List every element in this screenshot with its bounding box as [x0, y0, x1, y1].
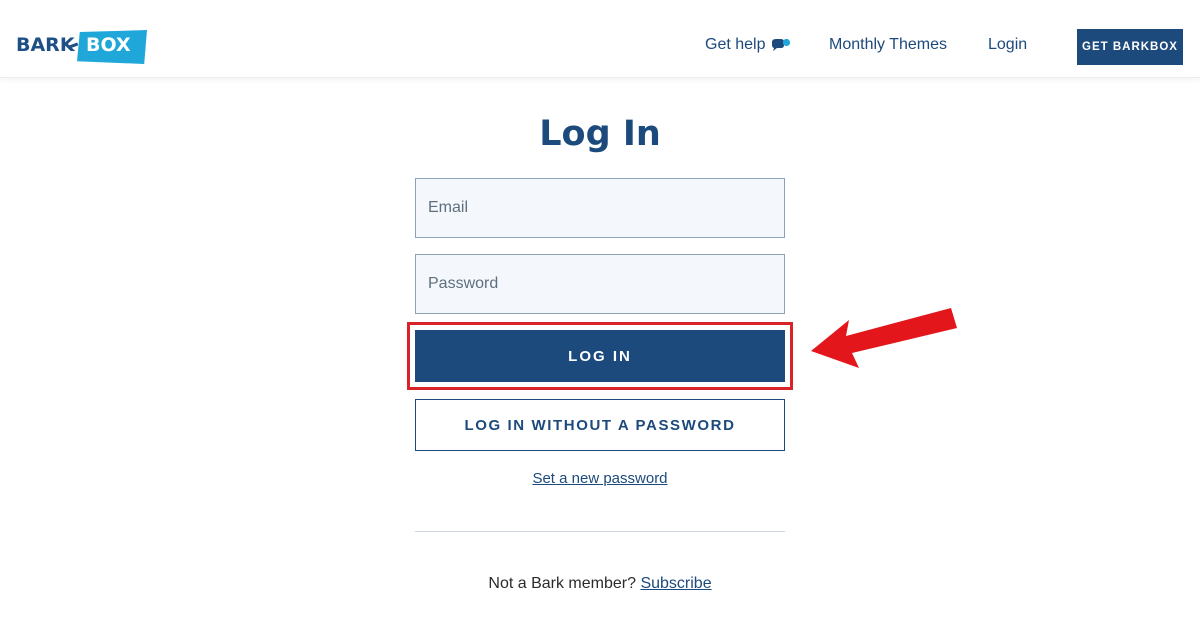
divider [415, 531, 785, 532]
logo-box-text: BOX [86, 34, 131, 56]
site-header: BARK BOX Get help Monthly Themes Login G… [0, 0, 1200, 78]
login-button[interactable]: LOG IN [415, 330, 785, 382]
get-barkbox-button[interactable]: GET BARKBOX [1077, 29, 1183, 65]
red-arrow-icon [811, 308, 957, 368]
nav-monthly-themes[interactable]: Monthly Themes [829, 36, 947, 54]
logo-bark-text: BARK [16, 34, 75, 56]
barkbox-logo[interactable]: BARK BOX [14, 28, 147, 68]
nav-get-help[interactable]: Get help [705, 36, 765, 54]
password-field[interactable] [415, 254, 785, 314]
nav-login[interactable]: Login [988, 36, 1027, 54]
chat-bubble-icon [772, 38, 791, 51]
not-member-text: Not a Bark member? [488, 575, 636, 592]
footer-signup-row: Not a Bark member? Subscribe [0, 575, 1200, 593]
email-field[interactable] [415, 178, 785, 238]
set-password-row: Set a new password [0, 470, 1200, 487]
set-new-password-link[interactable]: Set a new password [532, 470, 667, 487]
page-title: Log In [539, 114, 661, 154]
subscribe-link[interactable]: Subscribe [640, 575, 711, 592]
login-without-password-button[interactable]: LOG IN WITHOUT A PASSWORD [415, 399, 785, 451]
